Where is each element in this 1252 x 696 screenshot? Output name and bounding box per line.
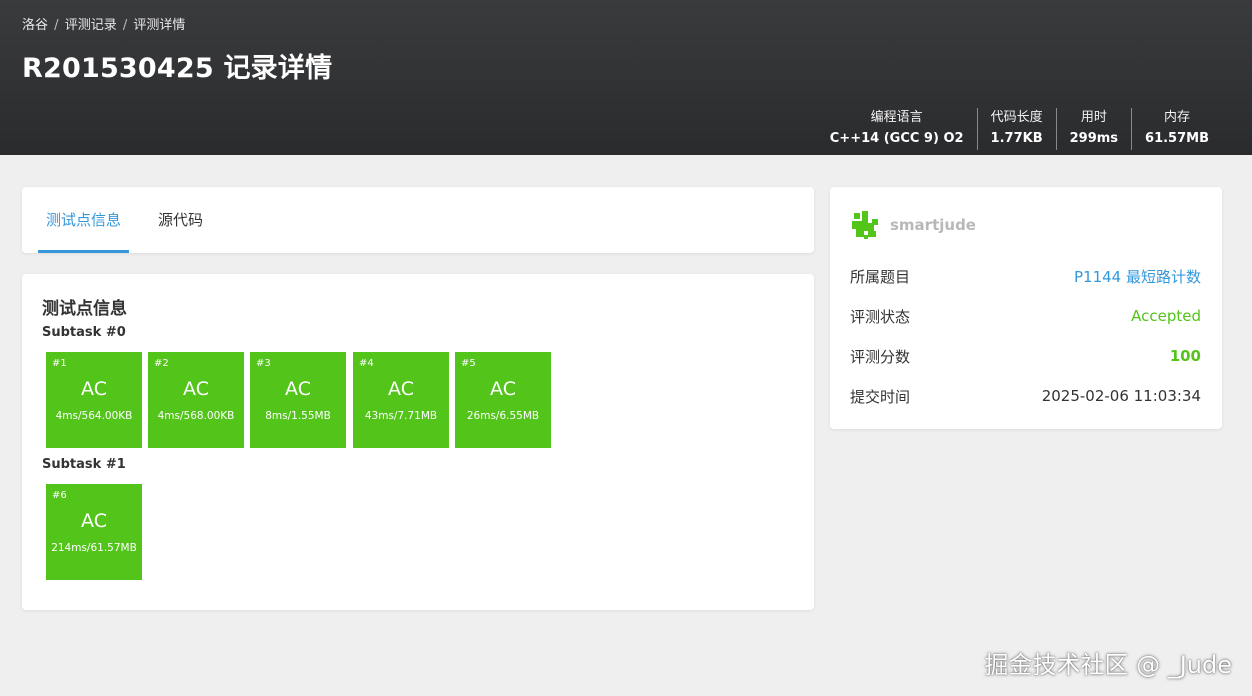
stat-label: 编程语言	[870, 110, 923, 125]
record-stats: 编程语言 C++14 (GCC 9) O2 代码长度 1.77KB 用时 299…	[817, 108, 1222, 150]
breadcrumb-separator: /	[122, 18, 128, 33]
testcase-info-card: 测试点信息 Subtask #0 #1 AC 4ms/564.00KB #2 A…	[22, 274, 814, 610]
subtask-title: Subtask #0	[42, 325, 126, 340]
info-row-problem: 所属题目 P1144 最短路计数	[850, 264, 1201, 288]
stat-label: 内存	[1164, 110, 1191, 125]
judge-score: 100	[1169, 347, 1201, 365]
testcase-block[interactable]: #4 AC 43ms/7.71MB	[353, 352, 449, 448]
testcase-block[interactable]: #6 AC 214ms/61.57MB	[46, 484, 142, 580]
breadcrumb-link-records[interactable]: 评测记录	[65, 18, 117, 33]
stat-code-length: 代码长度 1.77KB	[976, 108, 1056, 150]
testcase-status: AC	[81, 510, 107, 532]
record-summary-card: smartjude 所属题目 P1144 最短路计数 评测状态 Accepted…	[830, 187, 1222, 429]
testcase-block[interactable]: #5 AC 26ms/6.55MB	[455, 352, 551, 448]
testcase-number: #6	[52, 490, 67, 501]
testcase-status: AC	[490, 378, 516, 400]
tabs-card: 测试点信息 源代码	[22, 187, 814, 253]
testcase-number: #3	[256, 358, 271, 369]
breadcrumb-separator: /	[54, 18, 59, 33]
info-key: 评测分数	[850, 347, 911, 366]
testcase-block[interactable]: #2 AC 4ms/568.00KB	[148, 352, 244, 448]
info-key: 评测状态	[850, 307, 911, 326]
testcase-detail: 8ms/1.55MB	[265, 410, 331, 422]
stat-value: 299ms	[1069, 131, 1119, 146]
tab-source-code[interactable]: 源代码	[158, 187, 203, 253]
testcase-number: #5	[461, 358, 476, 369]
subtask-title: Subtask #1	[42, 457, 126, 472]
stat-value: C++14 (GCC 9) O2	[829, 131, 964, 146]
info-row-status: 评测状态 Accepted	[850, 304, 1201, 328]
testcase-status: AC	[183, 378, 209, 400]
info-key: 所属题目	[850, 267, 911, 286]
testcase-number: #2	[154, 358, 169, 369]
stat-value: 1.77KB	[990, 131, 1043, 146]
testcase-number: #4	[359, 358, 374, 369]
testcase-number: #1	[52, 358, 67, 369]
testcase-block[interactable]: #3 AC 8ms/1.55MB	[250, 352, 346, 448]
judge-status: Accepted	[1131, 307, 1201, 325]
testcase-status: AC	[81, 378, 107, 400]
stat-memory: 内存 61.57MB	[1131, 108, 1222, 150]
testcase-detail: 4ms/568.00KB	[157, 410, 235, 422]
testcase-detail: 43ms/7.71MB	[364, 410, 438, 422]
breadcrumb: 洛谷 / 评测记录 / 评测详情	[22, 14, 185, 33]
tab-testcases[interactable]: 测试点信息	[37, 187, 130, 253]
testcase-block[interactable]: #1 AC 4ms/564.00KB	[46, 352, 142, 448]
stat-label: 用时	[1080, 110, 1107, 125]
watermark: 掘金技术社区 @ _Jude	[984, 651, 1232, 679]
stat-language: 编程语言 C++14 (GCC 9) O2	[817, 108, 977, 150]
section-title: 测试点信息	[42, 299, 127, 319]
user-avatar-icon[interactable]	[850, 209, 882, 241]
testcase-detail: 26ms/6.55MB	[466, 410, 540, 422]
testcase-detail: 214ms/61.57MB	[51, 542, 137, 554]
info-row-score: 评测分数 100	[850, 344, 1201, 368]
info-row-submit-time: 提交时间 2025-02-06 11:03:34	[850, 384, 1201, 408]
header: 洛谷 / 评测记录 / 评测详情 R201530425 记录详情 编程语言 C+…	[0, 0, 1252, 155]
stat-label: 代码长度	[990, 110, 1043, 125]
info-key: 提交时间	[850, 387, 911, 406]
submit-time: 2025-02-06 11:03:34	[1041, 387, 1201, 405]
problem-link[interactable]: P1144 最短路计数	[1074, 266, 1201, 287]
stat-value: 61.57MB	[1145, 131, 1209, 146]
page-title: R201530425 记录详情	[22, 53, 333, 84]
breadcrumb-link-luogu[interactable]: 洛谷	[22, 18, 48, 33]
breadcrumb-current: 评测详情	[133, 18, 186, 33]
user-info: smartjude	[850, 209, 976, 241]
testcase-status: AC	[285, 378, 311, 400]
testcase-detail: 4ms/564.00KB	[55, 410, 133, 422]
username[interactable]: smartjude	[890, 216, 976, 234]
stat-time: 用时 299ms	[1055, 108, 1131, 150]
testcase-status: AC	[388, 378, 414, 400]
